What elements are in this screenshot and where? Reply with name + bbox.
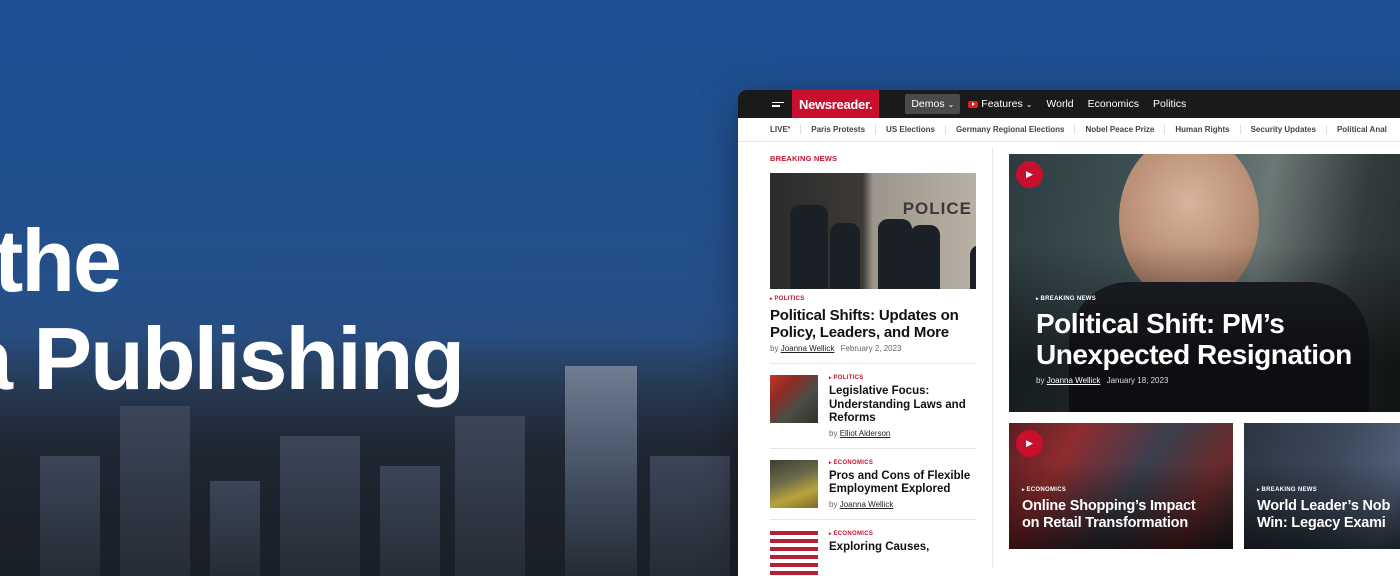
topic-link[interactable]: Political Anal — [1325, 125, 1397, 134]
hero-title: the a Publishing — [0, 211, 465, 408]
feature-caption: BREAKING NEWS Political Shift: PM’s Unex… — [1036, 296, 1396, 385]
category-label[interactable]: BREAKING NEWS — [1036, 296, 1396, 302]
play-icon[interactable]: ▶ — [1016, 430, 1043, 457]
topic-link[interactable]: Nobel Peace Prize — [1074, 125, 1164, 134]
tile-headline[interactable]: Online Shopping’s Impact on Retail Trans… — [1022, 498, 1196, 532]
hero-title-line2: a Publishing — [0, 309, 465, 408]
column-divider — [992, 148, 993, 568]
lead-headline[interactable]: Political Shifts: Updates on Policy, Lea… — [770, 307, 976, 341]
story-headline[interactable]: Legislative Focus: Understanding Laws an… — [829, 385, 976, 426]
chevron-down-icon: ⌄ — [947, 99, 955, 109]
feature-headline[interactable]: Political Shift: PM’s Unexpected Resigna… — [1036, 308, 1396, 370]
top-nav-bar: Newsreader. Demos ⌄ Features ⌄ World Eco… — [738, 90, 1400, 118]
police-sign: POLICE — [902, 199, 972, 218]
featured-column: ▶ BREAKING NEWS Political Shift: PM’s Un… — [1009, 154, 1400, 549]
divider — [770, 518, 976, 520]
author-link[interactable]: Elliot Alderson — [840, 429, 891, 438]
youtube-icon — [968, 100, 979, 108]
divider — [770, 363, 976, 364]
newsreader-preview: Newsreader. Demos ⌄ Features ⌄ World Eco… — [738, 90, 1400, 576]
nav-item-politics[interactable]: Politics — [1147, 94, 1192, 114]
tile-caption: ECONOMICS Online Shopping’s Impact on Re… — [1022, 487, 1196, 532]
story-thumbnail[interactable] — [770, 375, 818, 423]
byline: by Joanna Wellick January 18, 2023 — [1036, 376, 1169, 385]
topic-link[interactable]: US Elections — [875, 125, 945, 134]
nav-item-economics[interactable]: Economics — [1082, 94, 1145, 114]
category-label[interactable]: BREAKING NEWS — [1257, 487, 1390, 493]
list-item[interactable]: ECONOMICS Exploring Causes, — [770, 530, 976, 576]
story-headline[interactable]: Exploring Causes, — [829, 541, 929, 555]
story-headline[interactable]: Pros and Cons of Flexible Employment Exp… — [829, 470, 976, 497]
site-logo[interactable]: Newsreader. — [792, 90, 880, 118]
nav-item-label: Demos — [911, 98, 945, 110]
author-link[interactable]: Joanna Wellick — [840, 500, 894, 509]
breaking-news-column: BREAKING NEWS POLICE POLITICS Political … — [770, 154, 976, 576]
chevron-down-icon: ⌄ — [1025, 99, 1033, 109]
list-item[interactable]: ECONOMICS Pros and Cons of Flexible Empl… — [770, 459, 976, 509]
story-tile[interactable]: ▶ ECONOMICS Online Shopping’s Impact on … — [1009, 423, 1233, 549]
main-nav: Demos ⌄ Features ⌄ World Economics Polit… — [905, 94, 1192, 114]
feature-story[interactable]: ▶ BREAKING NEWS Political Shift: PM’s Un… — [1009, 154, 1400, 412]
publish-date: January 18, 2023 — [1106, 376, 1169, 385]
nav-item-demos[interactable]: Demos ⌄ — [905, 94, 961, 114]
play-icon[interactable]: ▶ — [1016, 161, 1043, 188]
section-label: BREAKING NEWS — [770, 154, 838, 163]
list-item[interactable]: POLITICS Legislative Focus: Understandin… — [770, 375, 976, 438]
byline: by Joanna Wellick — [829, 499, 894, 509]
nav-item-world[interactable]: World — [1040, 94, 1079, 114]
tile-headline[interactable]: World Leader’s Nob Win: Legacy Exami — [1257, 498, 1390, 532]
tile-row: ▶ ECONOMICS Online Shopping’s Impact on … — [1009, 423, 1400, 549]
category-label[interactable]: ECONOMICS — [829, 531, 929, 537]
publish-date: February 2, 2023 — [840, 344, 902, 353]
topic-link[interactable]: Human Rights — [1164, 125, 1239, 134]
menu-icon[interactable] — [772, 101, 784, 107]
story-thumbnail[interactable] — [770, 530, 818, 576]
hero-title-line1: the — [0, 211, 122, 310]
category-label[interactable]: ECONOMICS — [829, 460, 976, 466]
nav-item-features[interactable]: Features ⌄ — [962, 94, 1038, 114]
divider — [770, 447, 976, 449]
story-thumbnail[interactable] — [770, 459, 818, 508]
category-label[interactable]: POLITICS — [829, 375, 976, 381]
trending-topics-bar: LIVE• Paris Protests US Elections German… — [738, 118, 1400, 142]
byline: by Elliot Alderson — [829, 428, 891, 438]
tile-caption: BREAKING NEWS World Leader’s Nob Win: Le… — [1257, 487, 1390, 532]
live-link[interactable]: LIVE• — [770, 125, 800, 134]
category-label[interactable]: ECONOMICS — [1022, 487, 1196, 493]
category-label[interactable]: POLITICS — [770, 296, 976, 302]
lead-story-image[interactable]: POLICE — [770, 173, 976, 289]
topic-link[interactable]: Paris Protests — [800, 125, 875, 134]
author-link[interactable]: Joanna Wellick — [781, 344, 835, 353]
topic-link[interactable]: Security Updates — [1239, 125, 1326, 134]
author-link[interactable]: Joanna Wellick — [1047, 376, 1101, 385]
nav-item-label: Features — [981, 98, 1023, 110]
topic-link[interactable]: Germany Regional Elections — [944, 125, 1074, 134]
story-tile[interactable]: BREAKING NEWS World Leader’s Nob Win: Le… — [1244, 423, 1400, 549]
live-dot-icon: • — [787, 125, 791, 132]
byline: by Joanna Wellick February 2, 2023 — [770, 344, 902, 353]
